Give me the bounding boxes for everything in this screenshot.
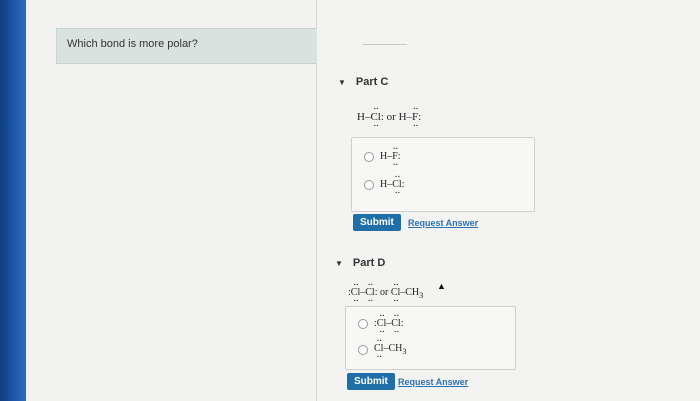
part-c-label: Part C — [355, 76, 389, 88]
option-label: :Cl–Cl: — [374, 310, 403, 338]
formula-f: F — [412, 103, 418, 132]
option-label: H–F: — [380, 143, 401, 171]
formula-h2: H– — [398, 111, 413, 123]
formula-colon: : — [380, 111, 384, 123]
part-d-header[interactable]: ▼ Part D — [335, 257, 385, 269]
caret-down-icon[interactable]: ▼ — [335, 259, 343, 268]
caret-down-icon[interactable]: ▼ — [338, 78, 346, 87]
option-label: H–Cl: — [380, 171, 404, 199]
part-d-label: Part D — [352, 257, 386, 269]
radio-button[interactable] — [364, 179, 374, 190]
question-text: Which bond is more polar? — [67, 38, 198, 50]
option-hcl[interactable]: H–Cl: — [364, 171, 404, 199]
mouse-cursor-icon: ▲ — [437, 281, 446, 291]
part-c-options-box: H–F: H–Cl: — [351, 137, 535, 212]
submit-button[interactable]: Submit — [353, 214, 401, 231]
formula-or: or — [386, 111, 396, 123]
left-pane: Which bond is more polar? — [26, 0, 328, 401]
part-d-options-box: :Cl–Cl: Cl–CH3 — [345, 306, 516, 370]
part-d-formula: :Cl–Cl: or Cl–CH3 — [348, 279, 423, 307]
part-c-formula: H–Cl: or H–F: — [357, 103, 422, 132]
formula-colon2: : — [418, 111, 422, 123]
formula-h1: H– — [357, 111, 371, 123]
submit-button[interactable]: Submit — [347, 373, 395, 390]
part-c-header[interactable]: ▼ Part C — [338, 76, 388, 88]
request-answer-link[interactable]: Request Answer — [398, 377, 468, 387]
formula-cl: Cl — [370, 103, 381, 132]
radio-button[interactable] — [364, 151, 374, 162]
radio-button[interactable] — [358, 344, 368, 355]
option-hf[interactable]: H–F: — [364, 143, 401, 171]
option-clcl[interactable]: :Cl–Cl: — [358, 310, 403, 338]
option-clch3[interactable]: Cl–CH3 — [358, 335, 407, 363]
question-box: Which bond is more polar? — [56, 28, 328, 64]
request-answer-link[interactable]: Request Answer — [408, 218, 478, 228]
radio-button[interactable] — [358, 318, 368, 329]
divider-line — [362, 44, 407, 45]
option-label: Cl–CH3 — [374, 335, 407, 363]
screen-bezel — [0, 0, 26, 401]
